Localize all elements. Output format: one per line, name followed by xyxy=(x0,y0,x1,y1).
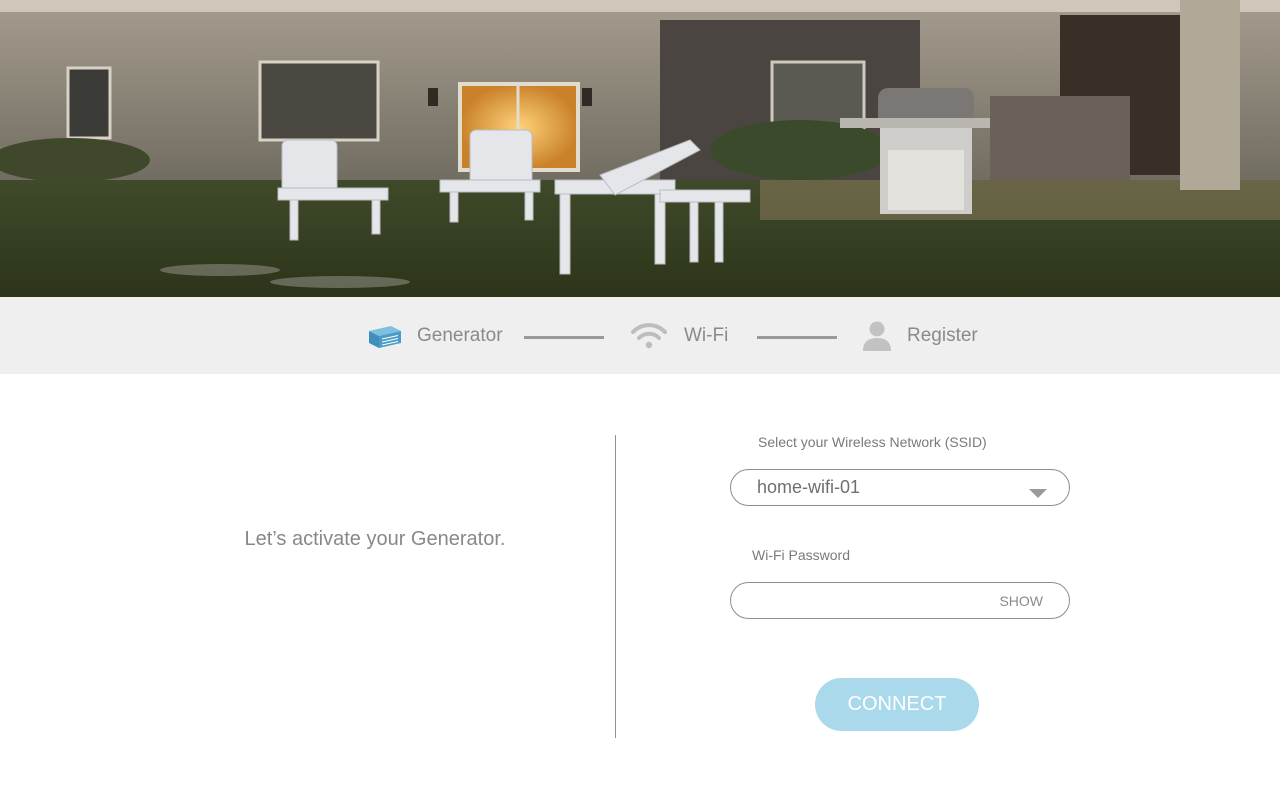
password-field: SHOW xyxy=(730,582,1070,620)
step-wifi-label: Wi-Fi xyxy=(684,324,729,346)
ssid-label: Select your Wireless Network (SSID) xyxy=(758,434,987,450)
user-icon xyxy=(860,320,894,352)
step-connector xyxy=(757,336,837,339)
show-password-button[interactable]: SHOW xyxy=(999,583,1043,620)
step-wifi: Wi-Fi xyxy=(630,297,728,374)
wifi-icon xyxy=(630,322,668,350)
chevron-down-icon xyxy=(1029,485,1047,503)
step-generator: Generator xyxy=(366,297,503,374)
vertical-divider xyxy=(615,435,616,738)
generator-icon xyxy=(366,323,404,349)
intro-text: Let’s activate your Generator. xyxy=(244,528,506,550)
ssid-selected-value: home-wifi-01 xyxy=(757,477,861,497)
connect-button[interactable]: CONNECT xyxy=(815,678,979,731)
hero-image xyxy=(0,0,1280,297)
step-connector xyxy=(524,336,604,339)
backyard-patio-photo xyxy=(0,0,1280,297)
password-label: Wi-Fi Password xyxy=(752,547,851,563)
step-register: Register xyxy=(860,297,978,374)
password-input[interactable] xyxy=(751,583,995,620)
step-register-label: Register xyxy=(907,324,978,346)
step-generator-label: Generator xyxy=(417,324,503,346)
ssid-select[interactable]: home-wifi-01 xyxy=(730,469,1070,506)
